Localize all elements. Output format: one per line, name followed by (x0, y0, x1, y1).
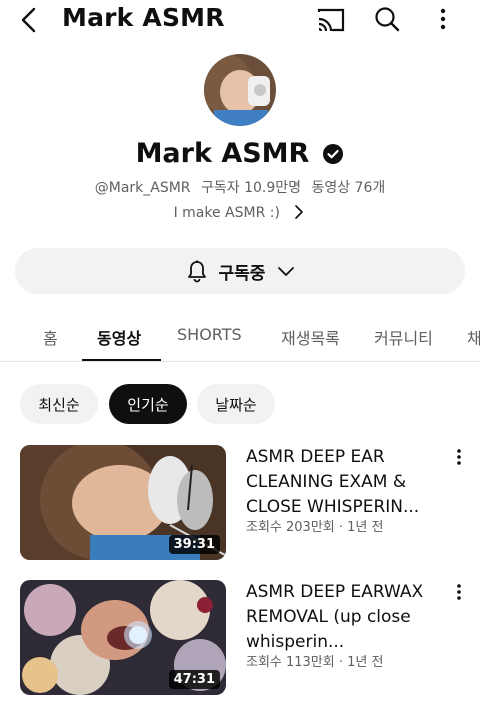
channel-avatar[interactable] (204, 54, 276, 126)
chevron-right-icon (295, 205, 304, 219)
video-count: 동영상 76개 (311, 180, 386, 196)
subscribed-button[interactable]: 구독중 (15, 248, 465, 294)
channel-tabs: 홈 동영상 SHORTS 재생목록 커뮤니티 채 (0, 315, 480, 362)
chip-latest[interactable]: 최신순 (20, 384, 98, 424)
chip-oldest[interactable]: 날짜순 (197, 384, 275, 424)
video-thumbnail[interactable]: 39:31 (20, 445, 226, 560)
more-vertical-icon[interactable] (452, 582, 466, 602)
chevron-down-icon (278, 267, 295, 276)
page-title: Mark ASMR (62, 3, 225, 32)
verified-badge-icon (323, 143, 344, 164)
video-item[interactable]: 47:31 ASMR DEEP EARWAX REMOVAL (up close… (0, 580, 480, 700)
channel-description: I make ASMR :) (173, 205, 280, 221)
tab-channels[interactable]: 채 (467, 325, 480, 349)
channel-description-link[interactable]: I make ASMR :) (0, 205, 480, 221)
tab-shorts[interactable]: SHORTS (177, 325, 242, 344)
chip-popular[interactable]: 인기순 (109, 384, 187, 424)
channel-name: Mark ASMR (135, 138, 310, 169)
search-icon[interactable] (372, 4, 402, 34)
active-tab-indicator (82, 359, 161, 361)
more-vertical-icon[interactable] (452, 447, 466, 467)
video-item[interactable]: 39:31 ASMR DEEP EAR CLEANING EXAM & CLOS… (0, 445, 480, 565)
video-meta: 조회수 203만회 · 1년 전 (246, 520, 384, 535)
back-arrow-icon[interactable] (14, 4, 46, 36)
more-vertical-icon[interactable] (428, 4, 458, 34)
tab-community[interactable]: 커뮤니티 (374, 325, 433, 349)
subscribed-label: 구독중 (218, 263, 266, 284)
video-title[interactable]: ASMR DEEP EAR CLEANING EXAM & CLOSE WHIS… (246, 445, 446, 520)
video-thumbnail[interactable]: 47:31 (20, 580, 226, 695)
subscriber-count: 구독자 10.9만명 (200, 180, 302, 196)
bell-icon (187, 260, 206, 283)
cast-icon[interactable] (316, 6, 346, 34)
tab-videos[interactable]: 동영상 (97, 325, 141, 349)
channel-handle: @Mark_ASMR (94, 180, 191, 196)
channel-meta: @Mark_ASMR 구독자 10.9만명 동영상 76개 (0, 177, 480, 197)
video-duration: 47:31 (168, 670, 220, 689)
video-duration: 39:31 (168, 535, 220, 554)
tab-home[interactable]: 홈 (43, 325, 58, 349)
video-title[interactable]: ASMR DEEP EARWAX REMOVAL (up close whisp… (246, 580, 446, 655)
top-app-bar: Mark ASMR (0, 0, 480, 40)
channel-name-row: Mark ASMR (0, 138, 480, 169)
video-meta: 조회수 113만회 · 1년 전 (246, 655, 384, 670)
tab-playlists[interactable]: 재생목록 (281, 325, 340, 349)
